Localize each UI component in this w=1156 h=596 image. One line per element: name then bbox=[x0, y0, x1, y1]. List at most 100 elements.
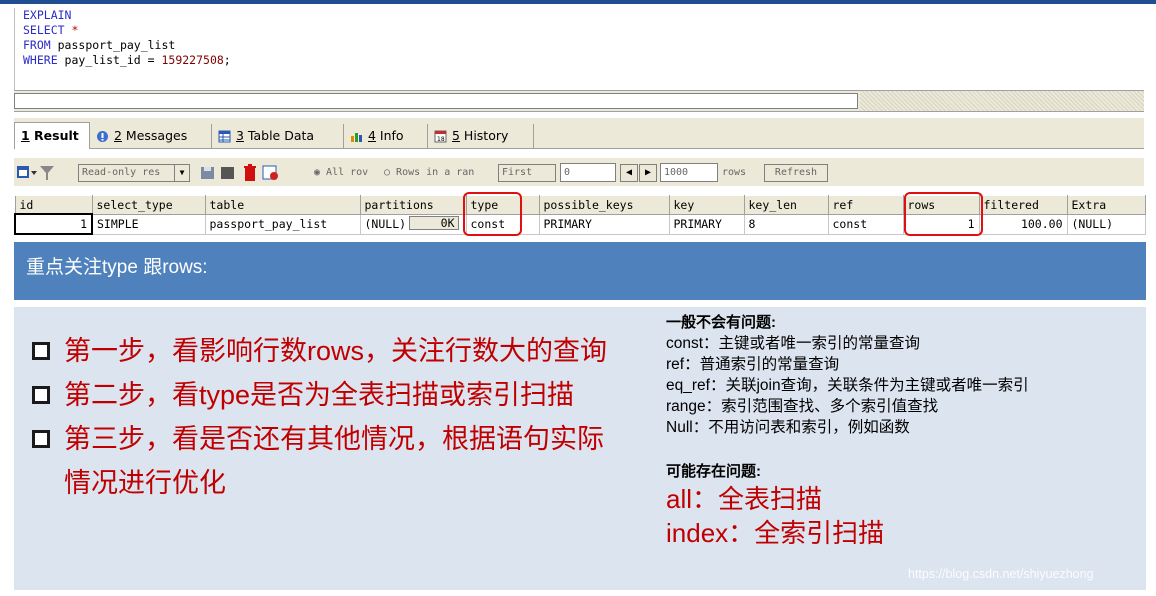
info-icon bbox=[351, 132, 362, 142]
row-count-value: 1000 bbox=[664, 167, 689, 178]
type-notes: 一般不会有问题: const：主键或者唯一索引的常量查询 ref：普通索引的常量… bbox=[666, 313, 1144, 550]
step-text: 第一步，看影响行数rows，关注行数大的查询 bbox=[64, 336, 608, 366]
grid-view-icon[interactable] bbox=[17, 165, 37, 181]
column-header[interactable]: ref bbox=[827, 195, 904, 215]
grid-cell-filtered[interactable]: 100.00 bbox=[978, 213, 1068, 235]
column-header[interactable]: select_type bbox=[91, 195, 206, 215]
next-page-button[interactable]: ▶ bbox=[639, 164, 657, 182]
list-item: 第二步，看type是否为全表扫描或索引扫描 bbox=[28, 373, 668, 417]
sql-keyword: EXPLAIN bbox=[23, 8, 72, 22]
tab-number: 3 bbox=[236, 128, 244, 143]
first-row-input[interactable]: 0 bbox=[560, 163, 616, 182]
grid-cell-key[interactable]: PRIMARY bbox=[668, 213, 745, 235]
tab-result[interactable]: 1 Result bbox=[14, 122, 90, 149]
tab-number: 5 bbox=[452, 128, 460, 143]
filter-icon[interactable] bbox=[40, 165, 54, 181]
prev-page-button[interactable]: ◀ bbox=[620, 164, 638, 182]
tab-label: Table Data bbox=[243, 128, 315, 143]
grid-cell-table[interactable]: passport_pay_list bbox=[204, 213, 361, 235]
tab-table-data[interactable]: 3 Table Data bbox=[212, 124, 344, 148]
messages-icon bbox=[97, 130, 108, 142]
delete-icon[interactable] bbox=[242, 164, 258, 182]
radio-all-rows[interactable]: ◉ All rov bbox=[314, 164, 384, 182]
partitions-value: (NULL) bbox=[364, 217, 407, 231]
column-header[interactable]: id bbox=[14, 195, 93, 215]
sql-line-3: FROM passport_pay_list bbox=[15, 38, 1145, 53]
export-icon[interactable] bbox=[262, 165, 280, 181]
list-item: index：全索引扫描 bbox=[666, 518, 885, 548]
radio-range-label: Rows in a ran bbox=[396, 167, 475, 178]
sql-number: 159227508 bbox=[161, 53, 224, 67]
table-data-icon bbox=[218, 130, 231, 142]
column-header[interactable]: key_len bbox=[743, 195, 829, 215]
grid-cell-extra[interactable]: (NULL) bbox=[1066, 213, 1146, 235]
sql-text: ; bbox=[223, 53, 231, 67]
refresh-button[interactable]: Refresh bbox=[764, 164, 828, 182]
step-text: 第三步，看是否还有其他情况，根据语句实际 bbox=[64, 424, 604, 454]
sql-line-2: SELECT * bbox=[15, 23, 1145, 38]
column-header[interactable]: key bbox=[668, 195, 745, 215]
sql-keyword: WHERE bbox=[23, 53, 58, 67]
sql-text: passport_pay_list bbox=[50, 38, 176, 52]
step-continuation: 情况进行优化 bbox=[64, 468, 226, 498]
rows-label: rows bbox=[722, 164, 762, 182]
banner-title: 重点关注type 跟rows: bbox=[26, 257, 208, 278]
column-header[interactable]: filtered bbox=[978, 195, 1068, 215]
chevron-down-icon[interactable]: ▼ bbox=[174, 165, 189, 181]
list-item: all：全表扫描 bbox=[666, 484, 823, 514]
first-label-text: First bbox=[502, 167, 533, 178]
list-item: range：索引范围查找、多个索引值查找 bbox=[666, 398, 939, 415]
explanation-panel: 第一步，看影响行数rows，关注行数大的查询 第二步，看type是否为全表扫描或… bbox=[14, 307, 1146, 590]
horizontal-scrollbar[interactable] bbox=[14, 93, 858, 109]
list-item: eq_ref：关联join查询，关联条件为主键或者唯一索引 bbox=[666, 377, 1029, 394]
tab-number: 1 bbox=[21, 128, 30, 143]
tab-info[interactable]: 4 Info bbox=[344, 124, 428, 148]
insert-row-icon[interactable] bbox=[220, 165, 236, 181]
first-row-value: 0 bbox=[564, 167, 571, 178]
rows-column-highlight bbox=[904, 192, 983, 236]
grid-cell-ref[interactable]: const bbox=[827, 213, 904, 235]
column-header[interactable]: table bbox=[204, 195, 361, 215]
sql-text: pay_list_id = bbox=[57, 53, 162, 67]
grid-cell-possible-keys[interactable]: PRIMARY bbox=[538, 213, 670, 235]
tab-label: Messages bbox=[121, 128, 188, 143]
sql-line-1: EXPLAIN bbox=[15, 8, 1145, 23]
list-item: 第一步，看影响行数rows，关注行数大的查询 bbox=[28, 329, 668, 373]
radio-all-label: All rov bbox=[326, 167, 369, 178]
first-label: First bbox=[498, 164, 556, 182]
ok-heading: 一般不会有问题: bbox=[666, 314, 776, 331]
tab-label: History bbox=[459, 128, 509, 143]
refresh-label: Refresh bbox=[774, 167, 818, 178]
grid-cell-key-len[interactable]: 8 bbox=[743, 213, 829, 235]
result-tab-strip: 1 Result 2 Messages 3 Table Data 4 Info … bbox=[14, 118, 1144, 149]
sql-keyword: FROM bbox=[23, 38, 51, 52]
svg-text:18: 18 bbox=[437, 136, 445, 143]
editor-splitter[interactable] bbox=[14, 90, 1144, 112]
tab-number: 2 bbox=[114, 128, 122, 143]
column-header[interactable]: possible_keys bbox=[538, 195, 670, 215]
radio-rows-range[interactable]: ○ Rows in a ran bbox=[384, 164, 498, 182]
grid-cell-id[interactable]: 1 bbox=[14, 213, 93, 235]
row-count-input[interactable]: 1000 bbox=[660, 163, 718, 182]
grid-cell-select-type[interactable]: SIMPLE bbox=[91, 213, 206, 235]
tab-messages[interactable]: 2 Messages bbox=[90, 124, 212, 148]
type-column-highlight bbox=[463, 192, 522, 236]
square-bullet-icon bbox=[32, 342, 50, 360]
steps-list: 第一步，看影响行数rows，关注行数大的查询 第二步，看type是否为全表扫描或… bbox=[28, 329, 668, 505]
tab-label: Info bbox=[375, 128, 404, 143]
square-bullet-icon bbox=[32, 430, 50, 448]
list-item: 第三步，看是否还有其他情况，根据语句实际 bbox=[28, 417, 668, 461]
column-header[interactable]: Extra bbox=[1066, 195, 1146, 215]
grid-cell-partitions[interactable]: (NULL) 0K bbox=[359, 213, 467, 235]
column-header[interactable]: partitions bbox=[359, 195, 467, 215]
save-icon[interactable] bbox=[200, 165, 216, 181]
step-text: 第二步，看type是否为全表扫描或索引扫描 bbox=[64, 380, 575, 410]
rows-label-text: rows bbox=[722, 167, 747, 178]
watermark: https://blog.csdn.net/shiyuezhong bbox=[908, 567, 1094, 581]
blob-size-badge[interactable]: 0K bbox=[408, 215, 459, 230]
sql-editor[interactable]: EXPLAIN SELECT * FROM passport_pay_list … bbox=[14, 8, 1145, 90]
result-mode-select[interactable]: Read-only res ▼ bbox=[78, 164, 190, 182]
tab-history[interactable]: 18 5 History bbox=[428, 124, 534, 148]
list-item: ref：普通索引的常量查询 bbox=[666, 356, 840, 373]
